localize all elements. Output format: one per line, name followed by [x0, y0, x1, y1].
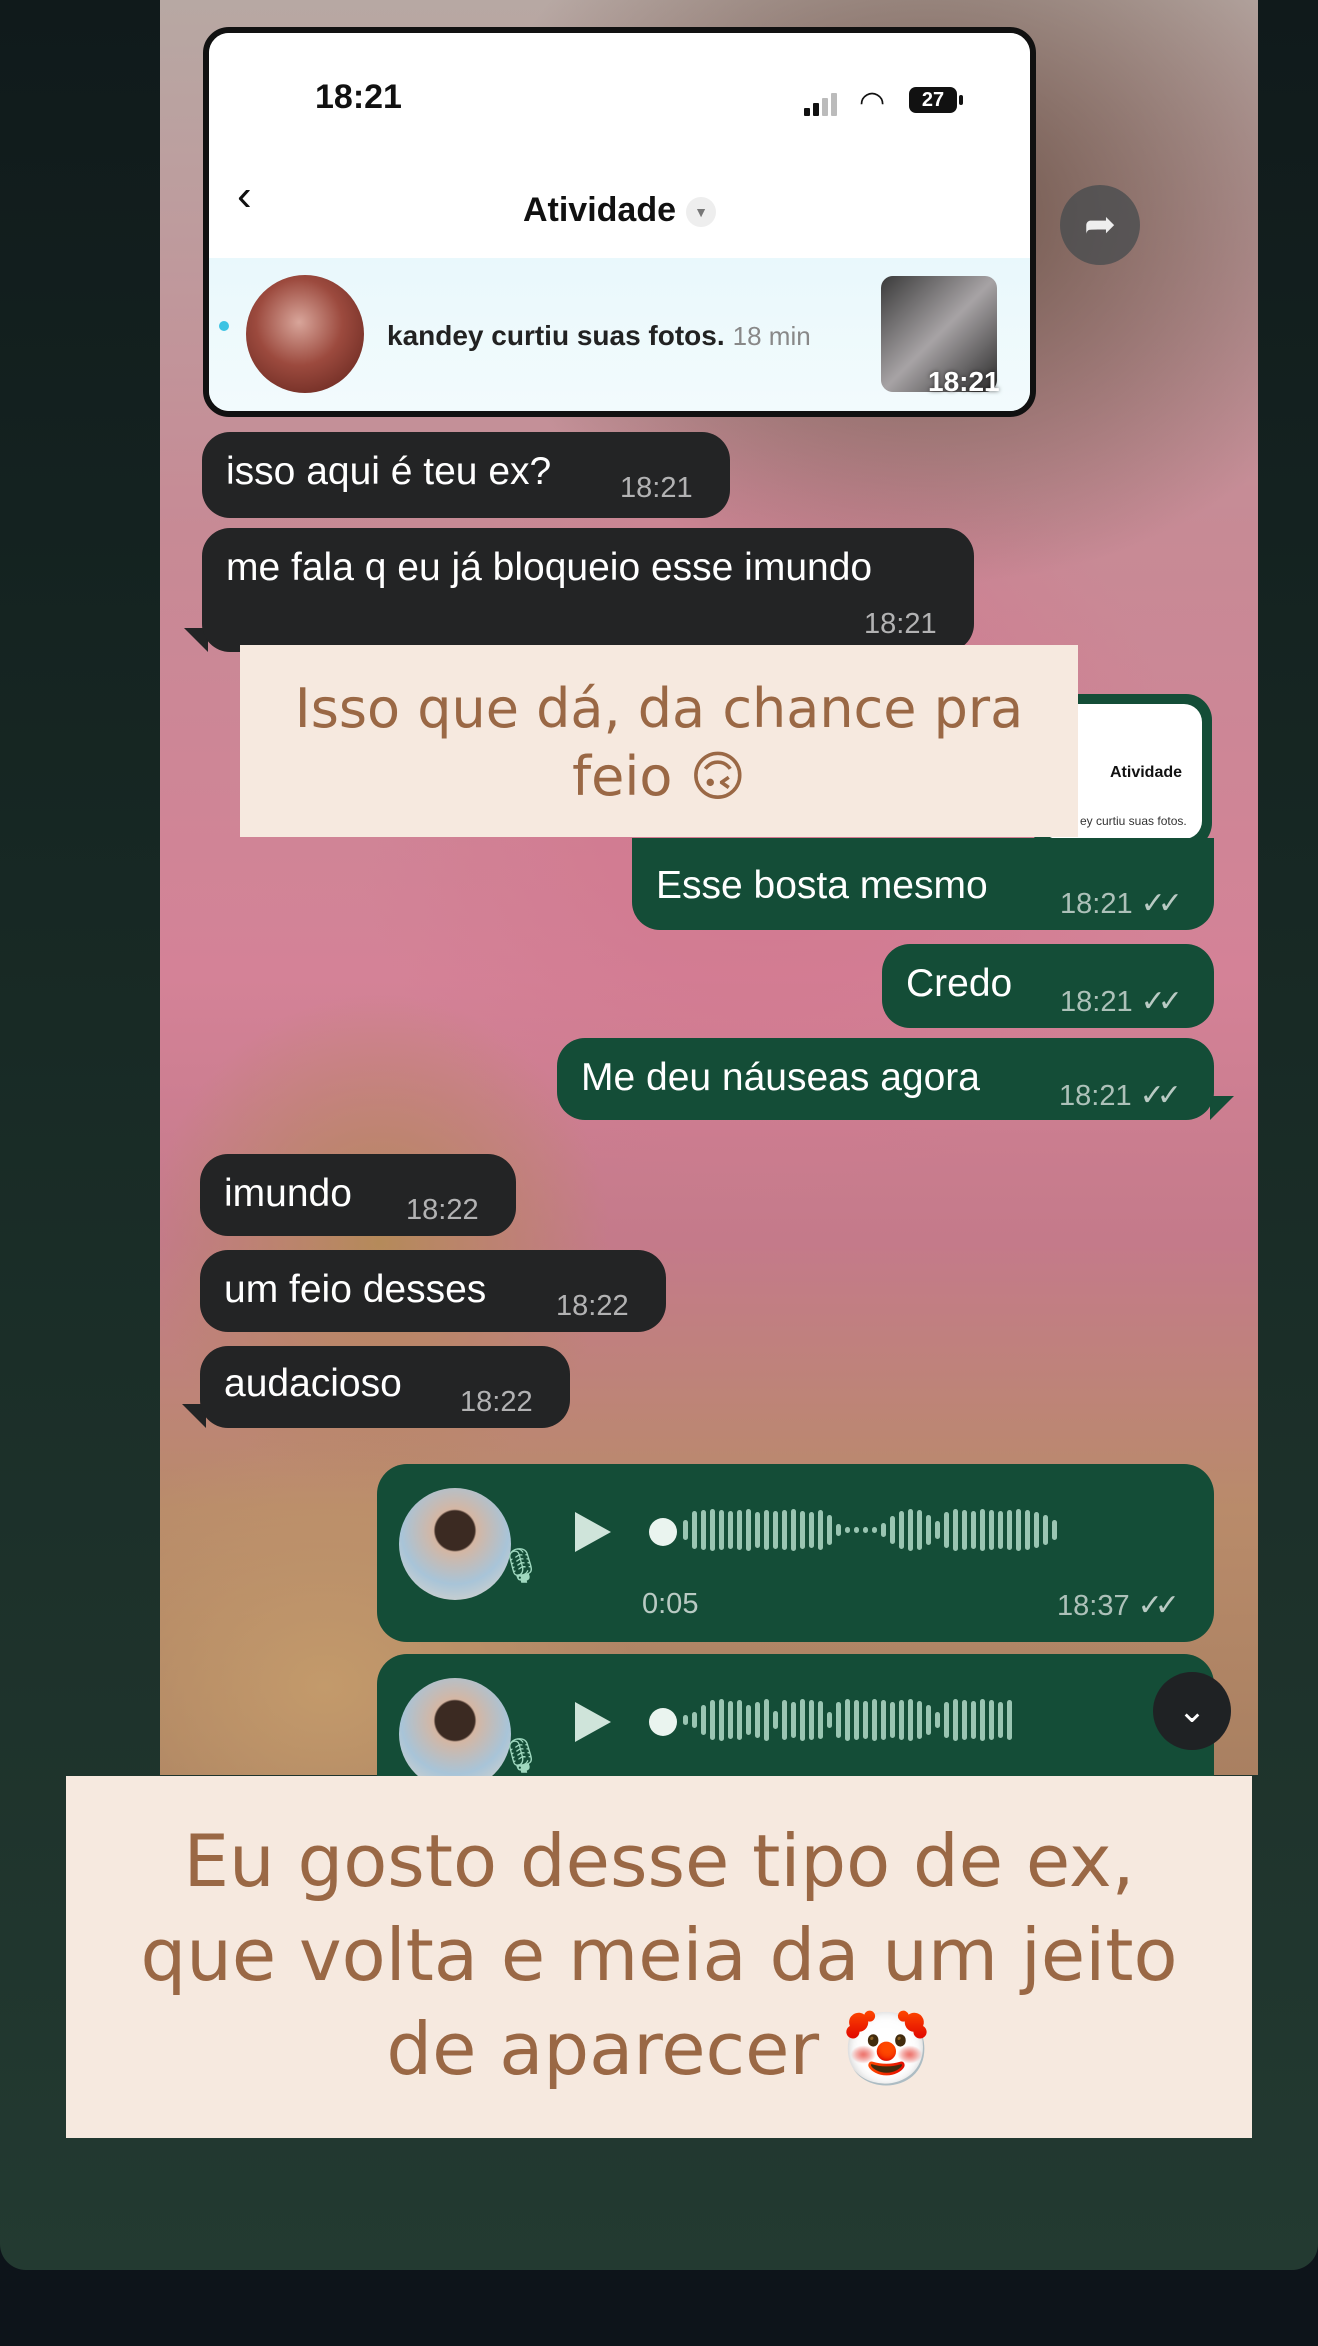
- message-bubble-incoming: imundo 18:22: [200, 1154, 516, 1236]
- waveform[interactable]: [683, 1509, 1061, 1555]
- wifi-icon: ◠: [859, 86, 886, 119]
- image-timestamp: 18:21: [928, 366, 1000, 397]
- message-text: audacioso: [224, 1362, 402, 1405]
- message-time: 18:21 ✓✓: [1059, 1079, 1182, 1112]
- battery-icon: 27: [909, 87, 963, 113]
- caption-sticker-top: Isso que dá, da chance pra feio 🙃: [240, 645, 1078, 837]
- message-text: imundo: [224, 1172, 352, 1215]
- read-ticks-icon: ✓✓: [1140, 985, 1183, 1018]
- dropdown-caret-icon: ▼: [686, 197, 717, 228]
- read-ticks-icon: ✓✓: [1137, 1589, 1180, 1622]
- waveform[interactable]: [683, 1699, 1016, 1745]
- caption-line: que volta e meia da um jeito: [140, 1913, 1178, 1997]
- play-icon[interactable]: [575, 1702, 611, 1742]
- message-time: 18:21: [864, 608, 937, 640]
- message-text: me fala q eu já bloqueio esse imundo: [226, 546, 873, 589]
- story-frame: 18:21 ◠ 27 ‹ Atividade ▼ kandey curtiu su…: [0, 0, 1318, 2270]
- message-time: 18:21: [620, 472, 693, 504]
- caption-sticker-bottom: Eu gosto desse tipo de ex, que volta e m…: [66, 1776, 1252, 2138]
- message-time: 18:22: [556, 1290, 629, 1322]
- status-time: 18:21: [315, 78, 402, 116]
- voice-duration: 0:05: [642, 1588, 699, 1620]
- playback-position-handle[interactable]: [649, 1708, 677, 1736]
- message-text: isso aqui é teu ex?: [226, 450, 552, 493]
- mini-text: ey curtiu suas fotos.: [1080, 814, 1187, 828]
- message-bubble-outgoing: Me deu náuseas agora 18:21 ✓✓: [557, 1038, 1214, 1120]
- read-ticks-icon: ✓✓: [1140, 887, 1183, 920]
- message-text: Me deu náuseas agora: [581, 1056, 980, 1099]
- notification-ago: 18 min: [732, 321, 811, 351]
- activity-header: Atividade ▼: [209, 191, 1030, 230]
- play-icon[interactable]: [575, 1512, 611, 1552]
- message-bubble-outgoing: Credo 18:21 ✓✓: [882, 944, 1214, 1028]
- playback-position-handle[interactable]: [649, 1518, 677, 1546]
- caption-line: feio 🙃: [572, 745, 746, 808]
- status-bar: 18:21 ◠ 27: [209, 33, 1030, 183]
- message-text: um feio desses: [224, 1268, 487, 1311]
- message-bubble-incoming: um feio desses 18:22: [200, 1250, 666, 1332]
- microphone-icon: 🎙: [499, 1737, 543, 1775]
- caption-line: Eu gosto desse tipo de ex,: [183, 1819, 1135, 1903]
- message-bubble-incoming: audacioso 18:22: [200, 1346, 570, 1428]
- scroll-down-button[interactable]: ⌄: [1153, 1672, 1231, 1750]
- chevron-down-icon: ⌄: [1177, 1692, 1207, 1730]
- profile-avatar: [246, 275, 364, 393]
- message-time: 18:22: [406, 1194, 479, 1226]
- microphone-icon: 🎙: [499, 1547, 543, 1585]
- message-time: 18:21 ✓✓: [1060, 985, 1183, 1018]
- activity-screenshot[interactable]: 18:21 ◠ 27 ‹ Atividade ▼ kandey curtiu su…: [203, 27, 1036, 417]
- notification-text: kandey curtiu suas fotos. 18 min: [387, 320, 811, 351]
- message-time: 18:22: [460, 1386, 533, 1418]
- sender-avatar: [399, 1678, 511, 1790]
- message-time: 18:21 ✓✓: [1060, 887, 1183, 920]
- message-bubble-incoming: me fala q eu já bloqueio esse imundo 18:…: [202, 528, 974, 652]
- sender-avatar: [399, 1488, 511, 1600]
- activity-title: Atividade: [522, 191, 677, 229]
- forward-icon[interactable]: ➦: [1060, 185, 1140, 265]
- message-text: Esse bosta mesmo: [656, 864, 988, 907]
- message-bubble-outgoing: Esse bosta mesmo 18:21 ✓✓: [632, 838, 1214, 930]
- voice-message[interactable]: 🎙 0:05 18:37 ✓✓: [377, 1464, 1214, 1642]
- message-time: 18:37 ✓✓: [1057, 1589, 1180, 1622]
- message-bubble-incoming: isso aqui é teu ex? 18:21: [202, 432, 730, 518]
- signal-icon: [804, 93, 840, 116]
- mini-title: Atividade: [1110, 764, 1183, 781]
- caption-line: de aparecer 🤡: [386, 2007, 932, 2091]
- bubble-tail: [1210, 1096, 1234, 1120]
- caption-line: Isso que dá, da chance pra: [294, 677, 1024, 740]
- message-text: Credo: [906, 962, 1013, 1005]
- unread-dot-icon: [219, 321, 229, 331]
- read-ticks-icon: ✓✓: [1139, 1079, 1182, 1112]
